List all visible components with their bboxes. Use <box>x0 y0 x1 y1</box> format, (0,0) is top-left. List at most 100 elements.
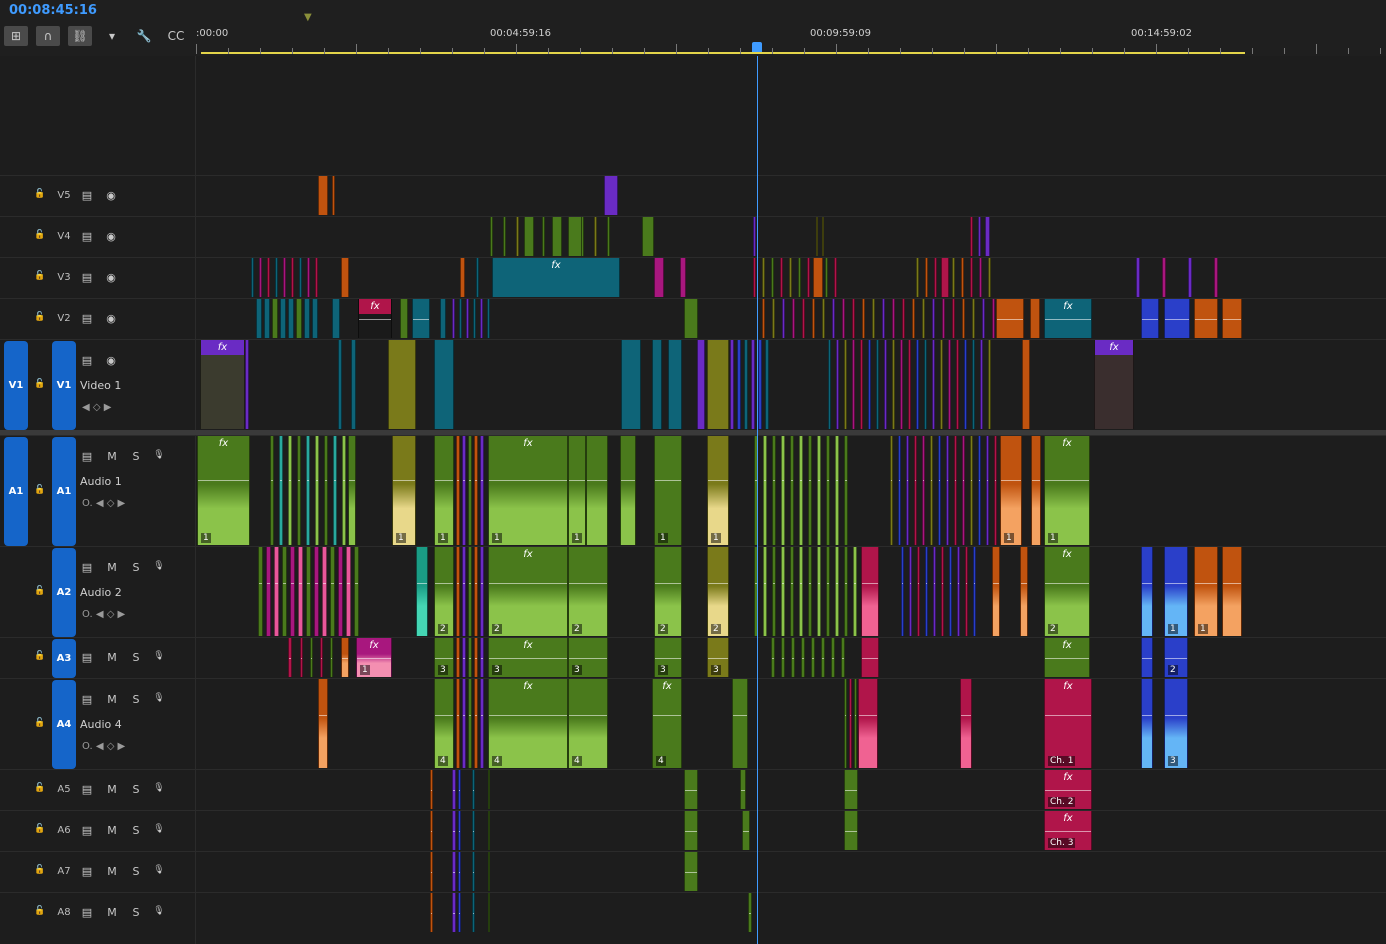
clip[interactable]: 1 <box>654 436 682 545</box>
clip[interactable]: fx 1 <box>356 638 392 677</box>
volume-rubber-band[interactable] <box>891 480 892 482</box>
clip-sliver[interactable] <box>607 217 610 256</box>
clip-sliver[interactable] <box>934 258 937 297</box>
clip-sliver[interactable] <box>297 436 301 545</box>
volume-rubber-band[interactable] <box>822 657 824 659</box>
clip-fx-thumbnail[interactable]: fx <box>200 340 245 429</box>
clip-sliver[interactable] <box>932 340 935 429</box>
clip-sliver[interactable] <box>852 299 855 338</box>
clip-sliver[interactable] <box>882 299 885 338</box>
volume-rubber-band[interactable] <box>331 583 334 585</box>
lock-icon[interactable]: 🔓 <box>34 271 46 281</box>
volume-rubber-band[interactable] <box>685 789 697 791</box>
clip-sliver[interactable] <box>978 436 981 545</box>
clip-sliver[interactable] <box>844 547 848 636</box>
mute-button[interactable]: M <box>105 865 119 878</box>
work-area-bar[interactable] <box>201 52 1245 54</box>
volume-rubber-band[interactable] <box>393 480 415 482</box>
volume-rubber-band[interactable] <box>1142 715 1152 717</box>
clip-sliver[interactable] <box>274 547 279 636</box>
volume-rubber-band[interactable] <box>947 480 948 482</box>
clip-sliver[interactable] <box>744 340 748 429</box>
volume-rubber-band[interactable] <box>708 583 728 585</box>
clip-sliver[interactable] <box>994 436 997 545</box>
clip-sliver[interactable] <box>982 299 985 338</box>
clip-sliver[interactable] <box>817 547 821 636</box>
clip-sliver[interactable] <box>251 258 254 297</box>
clip[interactable] <box>1222 299 1242 338</box>
volume-rubber-band[interactable] <box>453 830 455 832</box>
toggle-sync-lock-icon[interactable]: ▤ <box>80 865 94 878</box>
clip-sliver[interactable] <box>970 436 973 545</box>
clip-sliver[interactable] <box>849 679 852 768</box>
volume-rubber-band[interactable] <box>918 583 919 585</box>
volume-rubber-band[interactable] <box>791 583 793 585</box>
volume-rubber-band[interactable] <box>963 480 964 482</box>
clip-sliver[interactable] <box>961 258 964 297</box>
clip-sliver[interactable] <box>306 547 311 636</box>
clip[interactable]: fx <box>1044 638 1090 677</box>
clip[interactable] <box>452 893 456 932</box>
clip-sliver[interactable] <box>280 299 286 338</box>
volume-rubber-band[interactable] <box>457 715 459 717</box>
clip-sliver[interactable] <box>868 340 871 429</box>
volume-rubber-band[interactable] <box>827 480 829 482</box>
mute-button[interactable]: M <box>105 693 119 706</box>
clip-sliver[interactable] <box>480 547 484 636</box>
volume-rubber-band[interactable] <box>971 480 972 482</box>
playhead-line[interactable] <box>757 56 758 944</box>
clip[interactable] <box>684 811 698 850</box>
clip[interactable] <box>452 770 456 809</box>
clip-sliver[interactable] <box>781 638 785 677</box>
clip[interactable]: fx 1 <box>1044 436 1090 545</box>
clip-sliver[interactable] <box>315 436 319 545</box>
volume-rubber-band[interactable] <box>749 912 751 914</box>
clip-sliver[interactable] <box>853 547 857 636</box>
clip-sliver[interactable] <box>952 258 955 297</box>
volume-rubber-band[interactable] <box>473 912 474 914</box>
clip[interactable]: 3 <box>1164 679 1188 768</box>
clip-sliver[interactable] <box>825 258 828 297</box>
solo-button[interactable]: S <box>129 824 143 837</box>
clip[interactable] <box>861 638 879 677</box>
volume-rubber-band[interactable] <box>818 583 820 585</box>
clip-sliver[interactable] <box>781 547 785 636</box>
clip-sliver[interactable] <box>304 299 310 338</box>
clip-sliver[interactable] <box>762 258 765 297</box>
clip-sliver[interactable] <box>835 436 839 545</box>
clip[interactable]: fx 2 <box>1044 547 1090 636</box>
volume-rubber-band[interactable] <box>764 583 766 585</box>
track-target-a7[interactable]: A7 <box>52 866 76 877</box>
clip[interactable] <box>458 893 461 932</box>
clip-sliver[interactable] <box>789 258 792 297</box>
clip[interactable] <box>941 258 949 297</box>
clip[interactable] <box>753 217 756 256</box>
clip-sliver[interactable] <box>852 340 855 429</box>
volume-rubber-band[interactable] <box>431 912 432 914</box>
clip[interactable]: 2 <box>434 547 454 636</box>
clip-fx[interactable]: fx <box>492 258 620 297</box>
track-name[interactable]: Video 1 <box>80 379 121 392</box>
volume-rubber-band[interactable] <box>331 657 332 659</box>
clip-sliver[interactable] <box>490 217 493 256</box>
solo-button[interactable]: S <box>129 783 143 796</box>
clip-sliver[interactable] <box>854 679 857 768</box>
volume-rubber-band[interactable] <box>463 657 465 659</box>
volume-rubber-band[interactable] <box>782 657 784 659</box>
clip[interactable] <box>332 299 340 338</box>
clip-sliver[interactable] <box>307 258 310 297</box>
clip[interactable] <box>1141 299 1159 338</box>
clip[interactable]: fx Ch. 2 <box>1044 770 1092 809</box>
volume-rubber-band[interactable] <box>942 583 943 585</box>
clip-sliver[interactable] <box>468 638 472 677</box>
solo-button[interactable]: S <box>129 693 143 706</box>
volume-rubber-band[interactable] <box>271 480 273 482</box>
clip[interactable] <box>652 340 662 429</box>
clip-sliver[interactable] <box>314 547 319 636</box>
clip[interactable] <box>960 679 972 768</box>
clip-sliver[interactable] <box>941 547 944 636</box>
volume-rubber-band[interactable] <box>995 480 996 482</box>
clip[interactable] <box>620 436 636 545</box>
volume-rubber-band[interactable] <box>459 871 460 873</box>
clip-sliver[interactable] <box>456 547 460 636</box>
